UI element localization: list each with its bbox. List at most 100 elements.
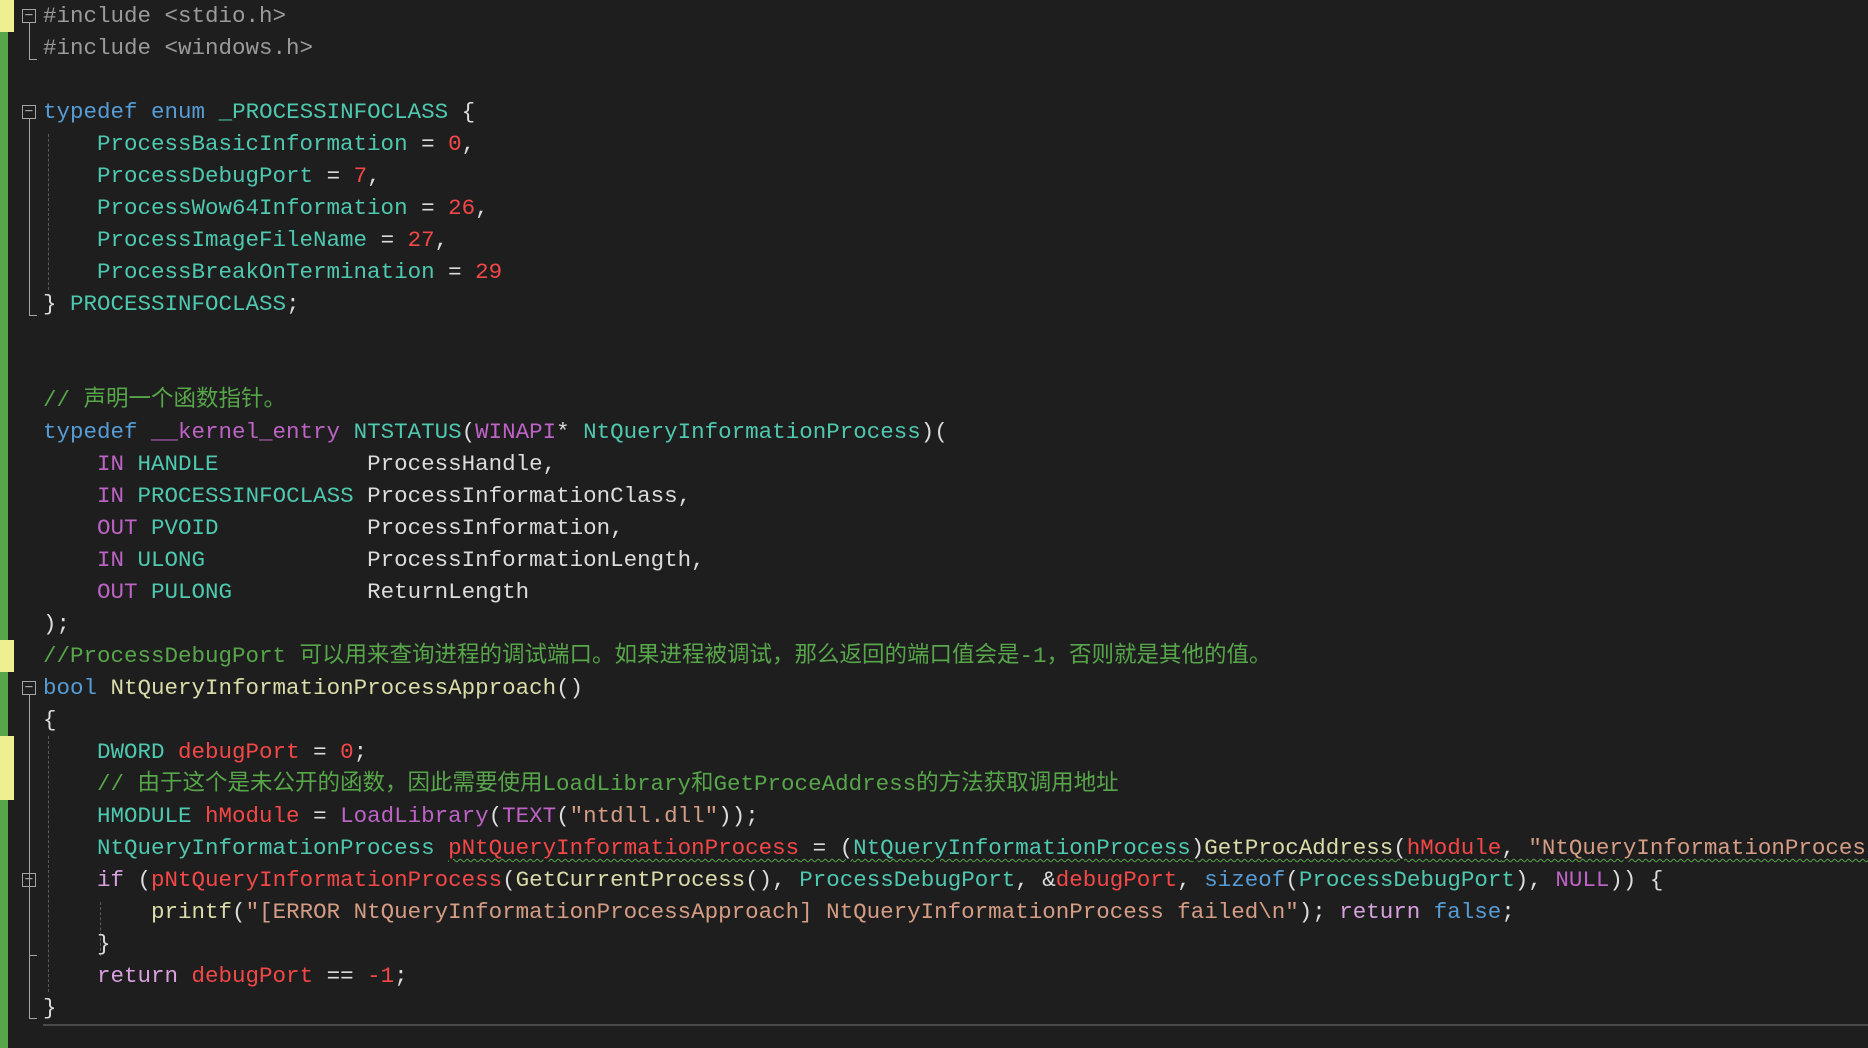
code-token: , (434, 227, 449, 253)
fold-collapse-icon[interactable]: − (22, 104, 36, 119)
code-token: , & (1015, 867, 1056, 893)
fold-collapse-icon[interactable]: − (22, 8, 36, 23)
code-token: ( (1393, 835, 1407, 861)
code-token: ( (502, 867, 516, 893)
code-token: PVOID (151, 515, 219, 541)
code-line[interactable]: ProcessBreakOnTermination = 29 (43, 256, 1868, 288)
code-token: DWORD (97, 739, 165, 765)
code-line[interactable] (43, 352, 1868, 384)
code-token: debugPort (1055, 867, 1178, 893)
code-line[interactable]: OUT PULONG ReturnLength (43, 576, 1868, 608)
code-token: = (313, 163, 354, 189)
code-line[interactable]: #include <stdio.h> (43, 0, 1868, 32)
code-token: GetProcAddress (1204, 835, 1394, 861)
code-token: pNtQueryInformationProcess (151, 867, 503, 893)
code-line[interactable]: } PROCESSINFOCLASS; (43, 288, 1868, 320)
code-token: } (43, 995, 57, 1021)
code-line[interactable]: //ProcessDebugPort 可以用来查询进程的调试端口。如果进程被调试… (43, 640, 1868, 672)
code-line[interactable]: ProcessWow64Information = 26, (43, 192, 1868, 224)
code-editor[interactable]: − − − − #include <stdio.h> #include <wind… (0, 0, 1868, 1048)
fold-collapse-icon[interactable]: − (22, 872, 36, 887)
code-token: HANDLE (137, 451, 219, 477)
code-token: debugPort (178, 739, 300, 765)
code-token: ProcessInformation, (218, 515, 624, 541)
code-line[interactable]: } (43, 992, 1868, 1024)
code-token: HMODULE (97, 803, 192, 829)
code-line[interactable]: { (43, 704, 1868, 736)
code-token: ); (1298, 899, 1340, 925)
code-line[interactable]: IN HANDLE ProcessHandle, (43, 448, 1868, 480)
code-token: "ntdll.dll" (569, 803, 719, 829)
code-line[interactable]: } (43, 928, 1868, 960)
code-token: )); (718, 803, 759, 829)
code-line[interactable]: bool NtQueryInformationProcessApproach() (43, 672, 1868, 704)
code-line[interactable]: IN PROCESSINFOCLASS ProcessInformationCl… (43, 480, 1868, 512)
code-line[interactable]: ProcessDebugPort = 7, (43, 160, 1868, 192)
code-token: { (43, 707, 57, 733)
code-line[interactable]: // 声明一个函数指针。 (43, 384, 1868, 416)
code-token: () (556, 675, 584, 701)
code-token: )) { (1609, 867, 1664, 893)
code-line[interactable]: OUT PVOID ProcessInformation, (43, 512, 1868, 544)
code-line[interactable] (43, 64, 1868, 96)
code-token: ProcessBasicInformation (97, 131, 408, 157)
code-line[interactable]: // 由于这个是未公开的函数，因此需要使用LoadLibrary和GetProc… (43, 768, 1868, 800)
code-token: OUT (97, 515, 138, 541)
code-token: , (1501, 835, 1529, 861)
change-marker (0, 640, 14, 672)
code-token: NtQueryInformationProcess (853, 835, 1191, 861)
code-line[interactable]: typedef __kernel_entry NTSTATUS(WINAPI* … (43, 416, 1868, 448)
code-token: TEXT (502, 803, 557, 829)
code-line[interactable] (43, 320, 1868, 352)
code-token: return (97, 963, 179, 989)
code-token: 26 (448, 195, 476, 221)
code-token: PULONG (151, 579, 233, 605)
fold-region-end (29, 1018, 37, 1019)
code-line[interactable]: printf("[ERROR NtQueryInformationProcess… (43, 896, 1868, 928)
fold-region-line (29, 887, 30, 955)
code-token: ( (124, 867, 152, 893)
code-token: _PROCESSINFOCLASS (218, 99, 449, 125)
code-token: hModule (1406, 835, 1502, 861)
code-line[interactable]: IN ULONG ProcessInformationLength, (43, 544, 1868, 576)
code-token: ProcessDebugPort (1298, 867, 1515, 893)
editor-bottom-border (43, 1024, 1868, 1026)
code-text[interactable]: #include <stdio.h> #include <windows.h> t… (43, 0, 1868, 1024)
code-line[interactable]: ProcessBasicInformation = 0, (43, 128, 1868, 160)
code-token: )( (920, 419, 948, 445)
fold-collapse-icon[interactable]: − (22, 680, 36, 695)
code-line[interactable]: NtQueryInformationProcess pNtQueryInform… (43, 832, 1868, 864)
code-line[interactable]: ProcessImageFileName = 27, (43, 224, 1868, 256)
code-line[interactable]: if (pNtQueryInformationProcess(GetCurren… (43, 864, 1868, 896)
code-token: IN (97, 547, 125, 573)
code-token: ( (1285, 867, 1299, 893)
code-line[interactable]: typedef enum _PROCESSINFOCLASS { (43, 96, 1868, 128)
code-token: pNtQueryInformationProcess (448, 835, 800, 861)
code-token: = (367, 227, 408, 253)
code-line[interactable]: HMODULE hModule = LoadLibrary(TEXT("ntdl… (43, 800, 1868, 832)
code-line[interactable]: return debugPort == -1; (43, 960, 1868, 992)
fold-region-line (29, 695, 30, 1018)
code-line[interactable]: #include <windows.h> (43, 32, 1868, 64)
code-line[interactable]: DWORD debugPort = 0; (43, 736, 1868, 768)
code-token: == (313, 963, 368, 989)
code-token: "NtQueryInformationProcess" (1528, 835, 1868, 861)
code-line[interactable]: ); (43, 608, 1868, 640)
code-token: = (299, 803, 341, 829)
